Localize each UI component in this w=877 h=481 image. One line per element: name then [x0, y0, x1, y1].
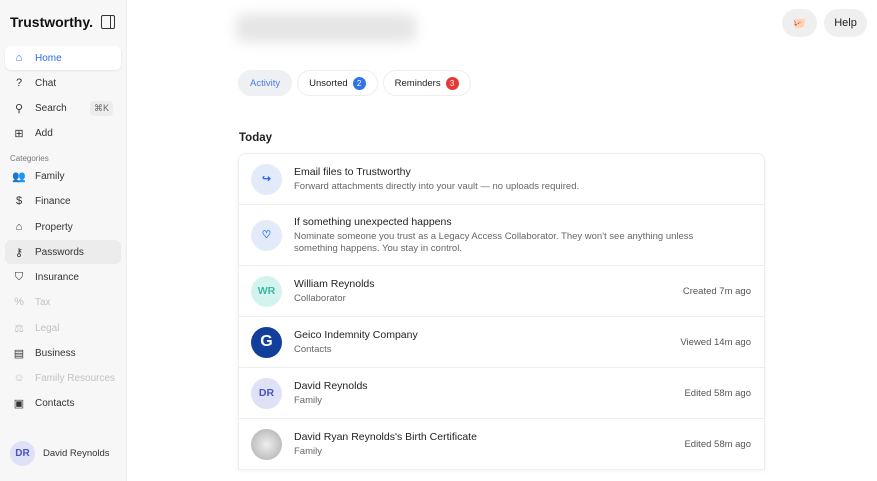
sidebar-item-search[interactable]: ⚲ Search ⌘K	[5, 96, 121, 120]
sidebar-item-finance[interactable]: $ Finance	[5, 189, 121, 213]
tab-activity[interactable]: Activity	[238, 70, 293, 96]
sidebar-item-tax[interactable]: % Tax	[5, 290, 121, 314]
house-icon: ⌂	[15, 221, 23, 233]
contact-book-icon: ▣	[13, 397, 25, 410]
tab-reminders[interactable]: Reminders 3	[382, 70, 471, 96]
sidebar-item-contacts[interactable]: ▣ Contacts	[5, 391, 121, 415]
list-item[interactable]: David Ryan Reynolds's Birth Certificate F…	[239, 419, 764, 470]
sidebar-item-home[interactable]: ⌂ Home	[5, 46, 121, 70]
item-title: Email files to Trustworthy	[294, 165, 411, 178]
nav-label: Passwords	[35, 246, 84, 258]
dollar-icon: $	[15, 195, 23, 207]
list-item[interactable]: ↪ Email files to Trustworthy Forward attac…	[239, 154, 764, 205]
document-thumbnail-icon	[251, 428, 282, 460]
person-icon: ☺	[13, 372, 25, 384]
user-name: David Reynolds	[43, 448, 110, 459]
tab-label: Unsorted	[309, 77, 348, 89]
nav-label: Tax	[35, 296, 51, 308]
avatar: WR	[251, 275, 282, 307]
sidebar-item-property[interactable]: ⌂ Property	[5, 215, 121, 239]
forward-arrow-icon: ↪	[251, 163, 282, 195]
list-item[interactable]: ♡ If something unexpected happens Nominate…	[239, 205, 764, 266]
sidebar-item-legal[interactable]: ⚖ Legal	[5, 316, 121, 340]
item-title: David Ryan Reynolds's Birth Certificate	[294, 430, 477, 443]
logo: Trustworthy.	[10, 14, 93, 30]
item-timestamp: Edited 58m ago	[684, 387, 751, 399]
sidebar: Trustworthy. ⌂ Home ? Chat ⚲ Search ⌘K ⊞ Add …	[0, 0, 127, 481]
nav-label: Contacts	[35, 397, 75, 409]
nav-label: Legal	[35, 322, 60, 334]
sidebar-item-passwords[interactable]: ⚷ Passwords	[5, 240, 121, 264]
nav-label: Finance	[35, 195, 71, 207]
count-badge: 2	[352, 76, 366, 90]
item-timestamp: Created 7m ago	[682, 285, 751, 297]
heart-message-icon: ♡	[251, 219, 282, 251]
item-title: David Reynolds	[294, 379, 368, 392]
briefcase-icon: ▤	[13, 347, 25, 360]
sidebar-item-chat[interactable]: ? Chat	[5, 71, 121, 95]
item-title: Geico Indemnity Company	[294, 328, 418, 341]
nav-label: Insurance	[35, 271, 79, 283]
list-item[interactable]: DR David Reynolds Family Edited 58m ago	[239, 368, 764, 419]
users-icon: 👥	[12, 170, 26, 183]
gavel-icon: ⚖	[14, 322, 24, 335]
item-subtitle: Family	[294, 445, 322, 457]
item-timestamp: Edited 58m ago	[684, 438, 751, 450]
item-title: If something unexpected happens	[294, 215, 452, 228]
sidebar-item-family-resources[interactable]: ☺ Family Resources	[5, 366, 121, 390]
chat-icon: ?	[15, 77, 23, 89]
tab-label: Reminders	[394, 77, 441, 89]
tab-unsorted[interactable]: Unsorted 2	[297, 70, 378, 96]
help-button[interactable]: Help	[824, 9, 867, 37]
piggy-bank-button[interactable]: 🐖	[782, 9, 817, 37]
section-heading: Today	[239, 132, 273, 144]
nav-label: Chat	[35, 77, 57, 89]
user-profile[interactable]: DR David Reynolds	[10, 441, 110, 466]
nav-label: Search	[35, 102, 67, 114]
percent-icon: %	[14, 296, 24, 308]
shield-icon: ⛉	[14, 270, 24, 283]
sidebar-item-family[interactable]: 👥 Family	[5, 164, 121, 188]
activity-list: ↪ Email files to Trustworthy Forward attac…	[238, 153, 765, 470]
home-icon: ⌂	[15, 52, 23, 64]
plus-square-icon: ⊞	[14, 127, 24, 140]
geico-logo-icon: G	[251, 326, 282, 358]
avatar: DR	[251, 377, 282, 409]
tab-label: Activity	[250, 77, 281, 89]
categories-heading: Categories	[10, 154, 49, 163]
item-subtitle: Collaborator	[294, 292, 346, 304]
sidebar-item-add[interactable]: ⊞ Add	[5, 121, 121, 145]
sidebar-item-business[interactable]: ▤ Business	[5, 341, 121, 365]
nav-label: Home	[35, 52, 62, 64]
sidebar-item-insurance[interactable]: ⛉ Insurance	[5, 265, 121, 289]
item-title: William Reynolds	[294, 277, 375, 290]
item-subtitle: Forward attachments directly into your v…	[294, 180, 580, 192]
nav-label: Property	[35, 221, 73, 233]
search-icon: ⚲	[14, 102, 24, 115]
nav-label: Add	[35, 127, 53, 139]
item-subtitle: Nominate someone you trust as a Legacy A…	[294, 230, 694, 254]
nav-label: Business	[35, 347, 76, 359]
item-timestamp: Viewed 14m ago	[680, 336, 751, 348]
nav-label: Family	[35, 170, 65, 182]
blurred-page-title	[236, 14, 416, 42]
key-icon: ⚷	[14, 246, 24, 259]
nav-label: Family Resources	[35, 372, 116, 384]
shortcut-badge: ⌘K	[89, 100, 113, 116]
list-item[interactable]: WR William Reynolds Collaborator Created 7m…	[239, 266, 764, 317]
avatar: DR	[10, 441, 35, 466]
list-item[interactable]: G Geico Indemnity Company Contacts Viewed 1…	[239, 317, 764, 368]
collapse-sidebar-icon[interactable]	[101, 15, 115, 29]
item-subtitle: Contacts	[294, 343, 332, 355]
count-badge: 3	[445, 76, 459, 90]
item-subtitle: Family	[294, 394, 322, 406]
piggy-bank-icon: 🐖	[792, 17, 807, 30]
